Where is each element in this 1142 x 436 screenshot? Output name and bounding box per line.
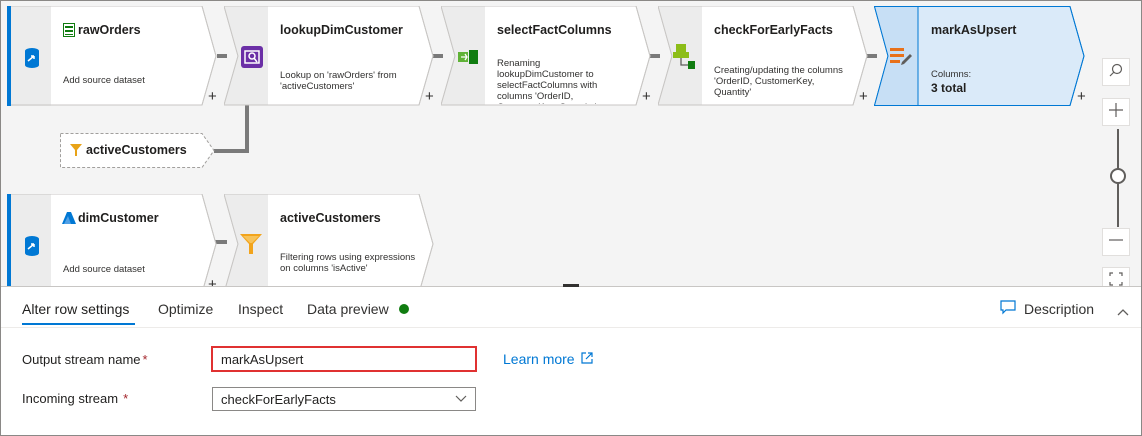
incoming-stream-label-text: Incoming stream (22, 391, 119, 406)
node-title: rawOrders (78, 23, 141, 37)
add-transform-button[interactable]: + (208, 88, 217, 105)
node-accent (7, 6, 11, 106)
output-stream-name-input[interactable] (211, 346, 477, 372)
node-lookup-dim-customer[interactable]: lookupDimCustomer Lookup on 'rawOrders' … (224, 6, 434, 106)
connector (245, 105, 249, 153)
output-stream-name-label: Output stream name * (22, 352, 148, 367)
add-transform-button[interactable]: + (1077, 88, 1086, 105)
description-button[interactable]: Description (1000, 300, 1094, 318)
active-tab-indicator (22, 323, 135, 325)
comment-icon (1000, 300, 1016, 318)
reference-node-active-customers[interactable]: activeCustomers (60, 133, 216, 168)
chevron-down-icon (455, 392, 467, 407)
node-description: Renaming lookupDimCustomer to selectFact… (497, 58, 598, 104)
reference-title: activeCustomers (86, 143, 187, 157)
add-transform-button[interactable]: + (859, 88, 868, 105)
fit-view-icon (1109, 271, 1123, 287)
node-description: Filtering rows using expressions on colu… (280, 252, 416, 274)
required-indicator: * (123, 391, 129, 406)
columns-label: Columns: (931, 69, 972, 80)
search-button[interactable] (1102, 58, 1130, 86)
output-stream-name-label-text: Output stream name (22, 352, 141, 367)
columns-count: 3 total (931, 81, 967, 95)
node-title: markAsUpsert (931, 23, 1017, 37)
node-check-for-early-facts[interactable]: checkForEarlyFacts Creating/updating the… (658, 6, 868, 106)
connector (214, 149, 249, 153)
node-title: lookupDimCustomer (280, 23, 403, 37)
filter-icon (70, 144, 82, 162)
collapse-panel-button[interactable] (1117, 303, 1129, 321)
chevron-up-icon (1117, 303, 1129, 320)
dataflow-canvas[interactable]: rawOrders Add source dataset + lookupDim… (1, 1, 1141, 286)
node-dim-customer[interactable]: dimCustomer Add source dataset + (7, 194, 217, 286)
add-transform-button[interactable]: + (642, 88, 651, 105)
zoom-in-button[interactable] (1102, 98, 1130, 126)
required-indicator: * (142, 352, 148, 367)
tab-optimize[interactable]: Optimize (158, 301, 213, 317)
description-label: Description (1024, 301, 1095, 317)
minus-icon (1109, 233, 1123, 252)
node-title: dimCustomer (78, 211, 159, 225)
tab-data-preview[interactable]: Data preview (307, 301, 409, 317)
node-description: Creating/updating the columns 'OrderID, … (714, 65, 843, 98)
fit-to-view-button[interactable] (1102, 267, 1130, 286)
node-description: Add source dataset (63, 75, 145, 86)
plus-icon (1109, 102, 1123, 122)
node-title: checkForEarlyFacts (714, 23, 833, 37)
node-description: Lookup on 'rawOrders' from 'activeCustom… (280, 70, 397, 92)
learn-more-label: Learn more (503, 351, 575, 367)
preview-status-dot (398, 304, 409, 314)
incoming-stream-value: checkForEarlyFacts (221, 392, 336, 407)
add-transform-button[interactable]: + (425, 88, 434, 105)
search-icon (1109, 63, 1123, 82)
node-mark-as-upsert[interactable]: markAsUpsert Columns: 3 total + (874, 6, 1086, 106)
tab-alter-row-settings[interactable]: Alter row settings (22, 301, 129, 317)
tab-inspect[interactable]: Inspect (238, 301, 283, 317)
node-description: Add source dataset (63, 264, 145, 275)
node-accent (7, 194, 11, 286)
tab-data-preview-label: Data preview (307, 301, 389, 317)
incoming-stream-label: Incoming stream * (22, 391, 128, 406)
tabs-separator (1, 327, 1141, 328)
node-title: activeCustomers (280, 211, 381, 225)
node-select-fact-columns[interactable]: selectFactColumns Renaming lookupDimCust… (441, 6, 651, 106)
node-raw-orders[interactable]: rawOrders Add source dataset + (7, 6, 217, 106)
learn-more-link[interactable]: Learn more (503, 351, 593, 367)
node-active-customers[interactable]: activeCustomers Filtering rows using exp… (224, 194, 434, 286)
zoom-out-button[interactable] (1102, 228, 1130, 256)
node-title: selectFactColumns (497, 23, 612, 37)
settings-tabs: Alter row settings Optimize Inspect Data… (22, 287, 1122, 327)
zoom-slider-handle[interactable] (1110, 168, 1126, 184)
add-transform-button[interactable]: + (208, 276, 217, 286)
external-link-icon (580, 351, 593, 367)
incoming-stream-dropdown[interactable]: checkForEarlyFacts (212, 387, 476, 411)
